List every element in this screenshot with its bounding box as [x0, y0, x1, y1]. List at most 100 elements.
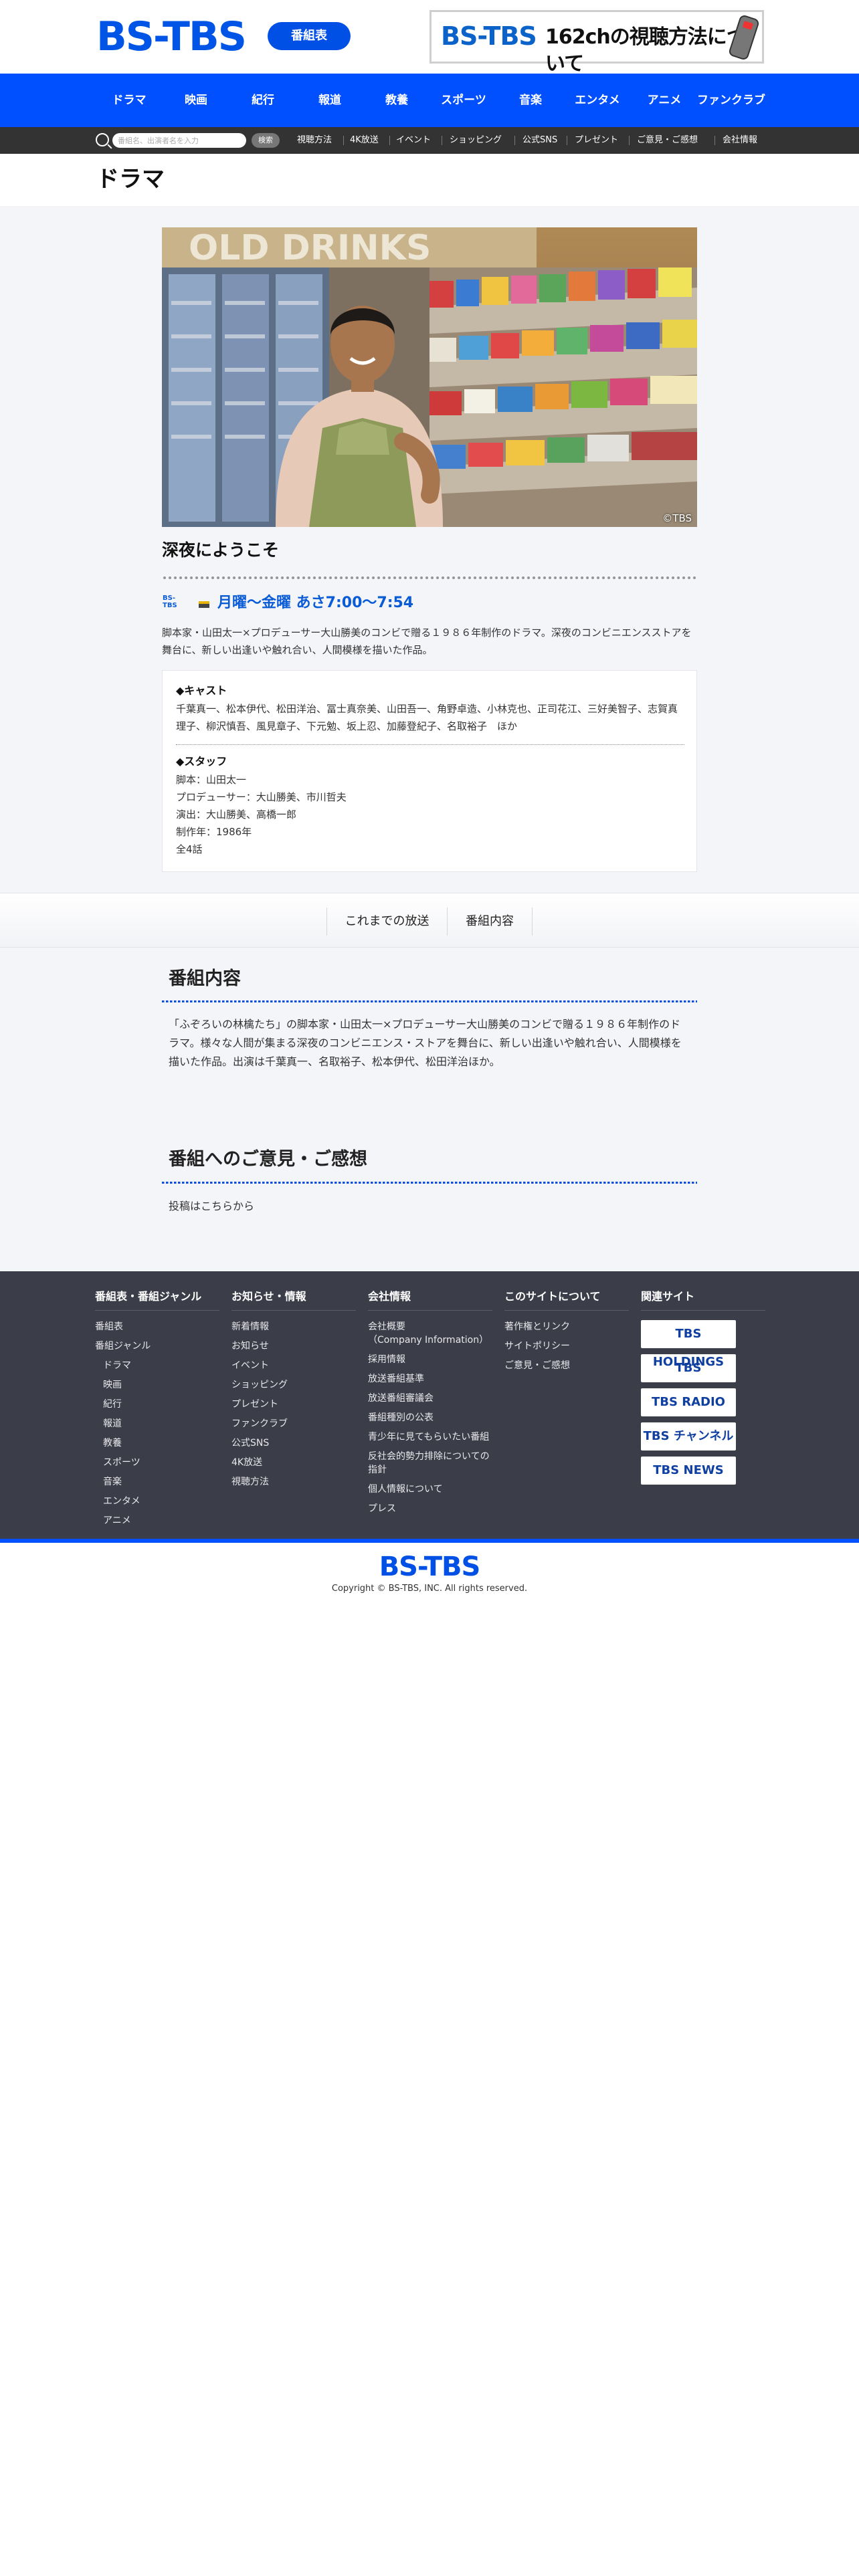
- footer-link[interactable]: ショッピング: [231, 1378, 356, 1392]
- section-underline: [162, 1182, 697, 1184]
- footer-logo[interactable]: BS-TBS: [0, 1551, 859, 1582]
- footer-link[interactable]: 青少年に見てもらいたい番組: [368, 1430, 492, 1444]
- tab-past-broadcasts[interactable]: これまでの放送: [326, 907, 447, 936]
- footer-link[interactable]: お知らせ: [231, 1339, 356, 1353]
- nav-news[interactable]: 報道: [293, 74, 367, 127]
- footer-link[interactable]: ドラマ: [95, 1359, 219, 1372]
- staff-year: 制作年：1986年: [176, 826, 252, 838]
- svg-text:OLD DRINKS: OLD DRINKS: [189, 228, 431, 268]
- subnav-event[interactable]: イベント: [396, 127, 431, 154]
- subnav-sns[interactable]: 公式SNS: [522, 127, 557, 154]
- nav-movie[interactable]: 映画: [159, 74, 233, 127]
- cast-list: 千葉真一、松本伊代、松田洋治、冨士真奈美、山田吾一、角野卓造、小林克也、正司花江…: [176, 703, 678, 732]
- subnav-divider: [714, 136, 715, 145]
- footer-link[interactable]: 採用情報: [368, 1353, 492, 1366]
- footer-link[interactable]: スポーツ: [95, 1456, 219, 1469]
- footer-link[interactable]: 4K放送: [231, 1456, 356, 1469]
- convenience-store-photo: OLD DRINKS: [162, 227, 697, 527]
- footer-link[interactable]: エンタメ: [95, 1495, 219, 1508]
- footer-link[interactable]: 公式SNS: [231, 1436, 356, 1450]
- staff-heading: ◆スタッフ: [176, 755, 227, 768]
- nav-music[interactable]: 音楽: [494, 74, 567, 127]
- feedback-heading: 番組へのご意見・ご感想: [169, 1149, 367, 1170]
- footer-link[interactable]: 教養: [95, 1436, 219, 1450]
- footer-col-title: 関連サイト: [641, 1289, 765, 1311]
- footer-link[interactable]: 著作権とリンク: [504, 1320, 629, 1333]
- nav-travel[interactable]: 紀行: [226, 74, 300, 127]
- subnav-shopping[interactable]: ショッピング: [450, 127, 502, 154]
- site-logo[interactable]: BS-TBS: [96, 15, 247, 59]
- nav-entertainment[interactable]: エンタメ: [561, 74, 634, 127]
- footer-link[interactable]: 個人情報について: [368, 1483, 492, 1496]
- footer-link[interactable]: 紀行: [95, 1398, 219, 1411]
- footer-col-title: 会社情報: [368, 1289, 492, 1311]
- footer-link[interactable]: 番組表: [95, 1320, 219, 1333]
- footer-link[interactable]: 新着情報: [231, 1320, 356, 1333]
- footer-col-title: このサイトについて: [504, 1289, 629, 1311]
- search-icon: [96, 133, 109, 146]
- footer-link[interactable]: サイトポリシー: [504, 1339, 629, 1353]
- footer-link[interactable]: ファンクラブ: [231, 1417, 356, 1430]
- subnav-present[interactable]: プレゼント: [575, 127, 618, 154]
- info-divider: [176, 744, 684, 745]
- tbs-channel-link[interactable]: TBS チャンネル: [641, 1422, 736, 1451]
- tab-program-content[interactable]: 番組内容: [447, 907, 533, 936]
- program-guide-button[interactable]: 番組表: [268, 22, 351, 50]
- footer-link[interactable]: 会社概要 （Company Information）: [368, 1320, 492, 1347]
- footer-link[interactable]: 報道: [95, 1417, 219, 1430]
- sub-nav: 検索 視聴方法 4K放送 イベント ショッピング 公式SNS プレゼント ご意見…: [0, 127, 859, 154]
- show-summary: 脚本家・山田太一×プロデューサー大山勝美のコンビで贈る１９８６年制作のドラマ。深…: [162, 627, 692, 656]
- nav-sports[interactable]: スポーツ: [427, 74, 500, 127]
- program-tabs: これまでの放送 番組内容: [0, 893, 859, 948]
- footer-link[interactable]: 番組ジャンル: [95, 1339, 219, 1353]
- footer-link[interactable]: 番組種別の公表: [368, 1411, 492, 1424]
- footer-link[interactable]: 音楽: [95, 1475, 219, 1489]
- nav-culture[interactable]: 教養: [360, 74, 434, 127]
- main-nav: ドラマ 映画 紀行 報道 教養 スポーツ 音楽 エンタメ アニメ ファンクラブ: [0, 74, 859, 127]
- staff-writer: 脚本：山田太一: [176, 774, 247, 786]
- search-input[interactable]: [112, 133, 246, 148]
- footer-col-company: 会社情報 会社概要 （Company Information） 採用情報 放送番…: [368, 1289, 492, 1521]
- footer-link[interactable]: イベント: [231, 1359, 356, 1372]
- nav-fanclub[interactable]: ファンクラブ: [694, 74, 768, 127]
- cast-staff-box: ◆キャスト 千葉真一、松本伊代、松田洋治、冨士真奈美、山田吾一、角野卓造、小林克…: [162, 670, 697, 872]
- bs-tbs-channel-logo: BS-TBS: [163, 595, 177, 609]
- footer-link[interactable]: アニメ: [95, 1514, 219, 1527]
- subnav-4k[interactable]: 4K放送: [350, 127, 379, 154]
- footer-col-title: 番組表・番組ジャンル: [95, 1289, 219, 1311]
- subnav-feedback[interactable]: ご意見・ご感想: [637, 127, 698, 154]
- footer-link[interactable]: 放送番組審議会: [368, 1392, 492, 1405]
- footer-col-related: 関連サイト TBS HOLDINGS TBS TBS RADIO TBS チャン…: [641, 1289, 765, 1491]
- banner-logo: BS-TBS: [441, 21, 537, 51]
- subnav-divider: [514, 136, 515, 145]
- staff-producer: プロデューサー：大山勝美、市川哲夫: [176, 791, 347, 803]
- nav-drama[interactable]: ドラマ: [92, 74, 166, 127]
- footer-link[interactable]: プレス: [368, 1502, 492, 1515]
- page-title-bar: ドラマ: [0, 154, 859, 207]
- program-content-text: 「ふぞろいの林檎たち」の脚本家・山田太一×プロデューサー大山勝美のコンビで贈る１…: [169, 1018, 682, 1068]
- site-header: BS-TBS 番組表 BS-TBS 162chの視聴方法について: [0, 0, 859, 76]
- tbs-holdings-link[interactable]: TBS HOLDINGS: [641, 1320, 736, 1369]
- footer-link[interactable]: 放送番組基準: [368, 1372, 492, 1386]
- subnav-viewing-method[interactable]: 視聴方法: [297, 127, 332, 154]
- footer-col-site: このサイトについて 著作権とリンク サイトポリシー ご意見・ご感想: [504, 1289, 629, 1378]
- footer-link[interactable]: プレゼント: [231, 1398, 356, 1411]
- subnav-divider: [389, 136, 390, 145]
- cast-heading: ◆キャスト: [176, 684, 227, 697]
- feedback-link[interactable]: 投稿はこちらから: [169, 1197, 690, 1216]
- footer-link[interactable]: 反社会的勢力排除についての指針: [368, 1450, 492, 1477]
- viewing-method-banner[interactable]: BS-TBS 162chの視聴方法について: [430, 10, 764, 76]
- footer-link[interactable]: 映画: [95, 1378, 219, 1392]
- subnav-company[interactable]: 会社情報: [723, 127, 757, 154]
- staff-director: 演出：大山勝美、高橋一郎: [176, 809, 297, 821]
- program-content-heading: 番組内容: [169, 968, 241, 989]
- nav-anime[interactable]: アニメ: [628, 74, 701, 127]
- copyright: Copyright © BS-TBS, INC. All rights rese…: [331, 1584, 528, 1594]
- dotted-divider: [162, 576, 697, 580]
- footer-link[interactable]: 視聴方法: [231, 1475, 356, 1489]
- tbs-radio-link[interactable]: TBS RADIO: [641, 1388, 736, 1416]
- subnav-divider: [629, 136, 630, 145]
- tbs-news-link[interactable]: TBS NEWS: [641, 1457, 736, 1485]
- search-button[interactable]: 検索: [252, 133, 280, 148]
- footer-link[interactable]: ご意見・ご感想: [504, 1359, 629, 1372]
